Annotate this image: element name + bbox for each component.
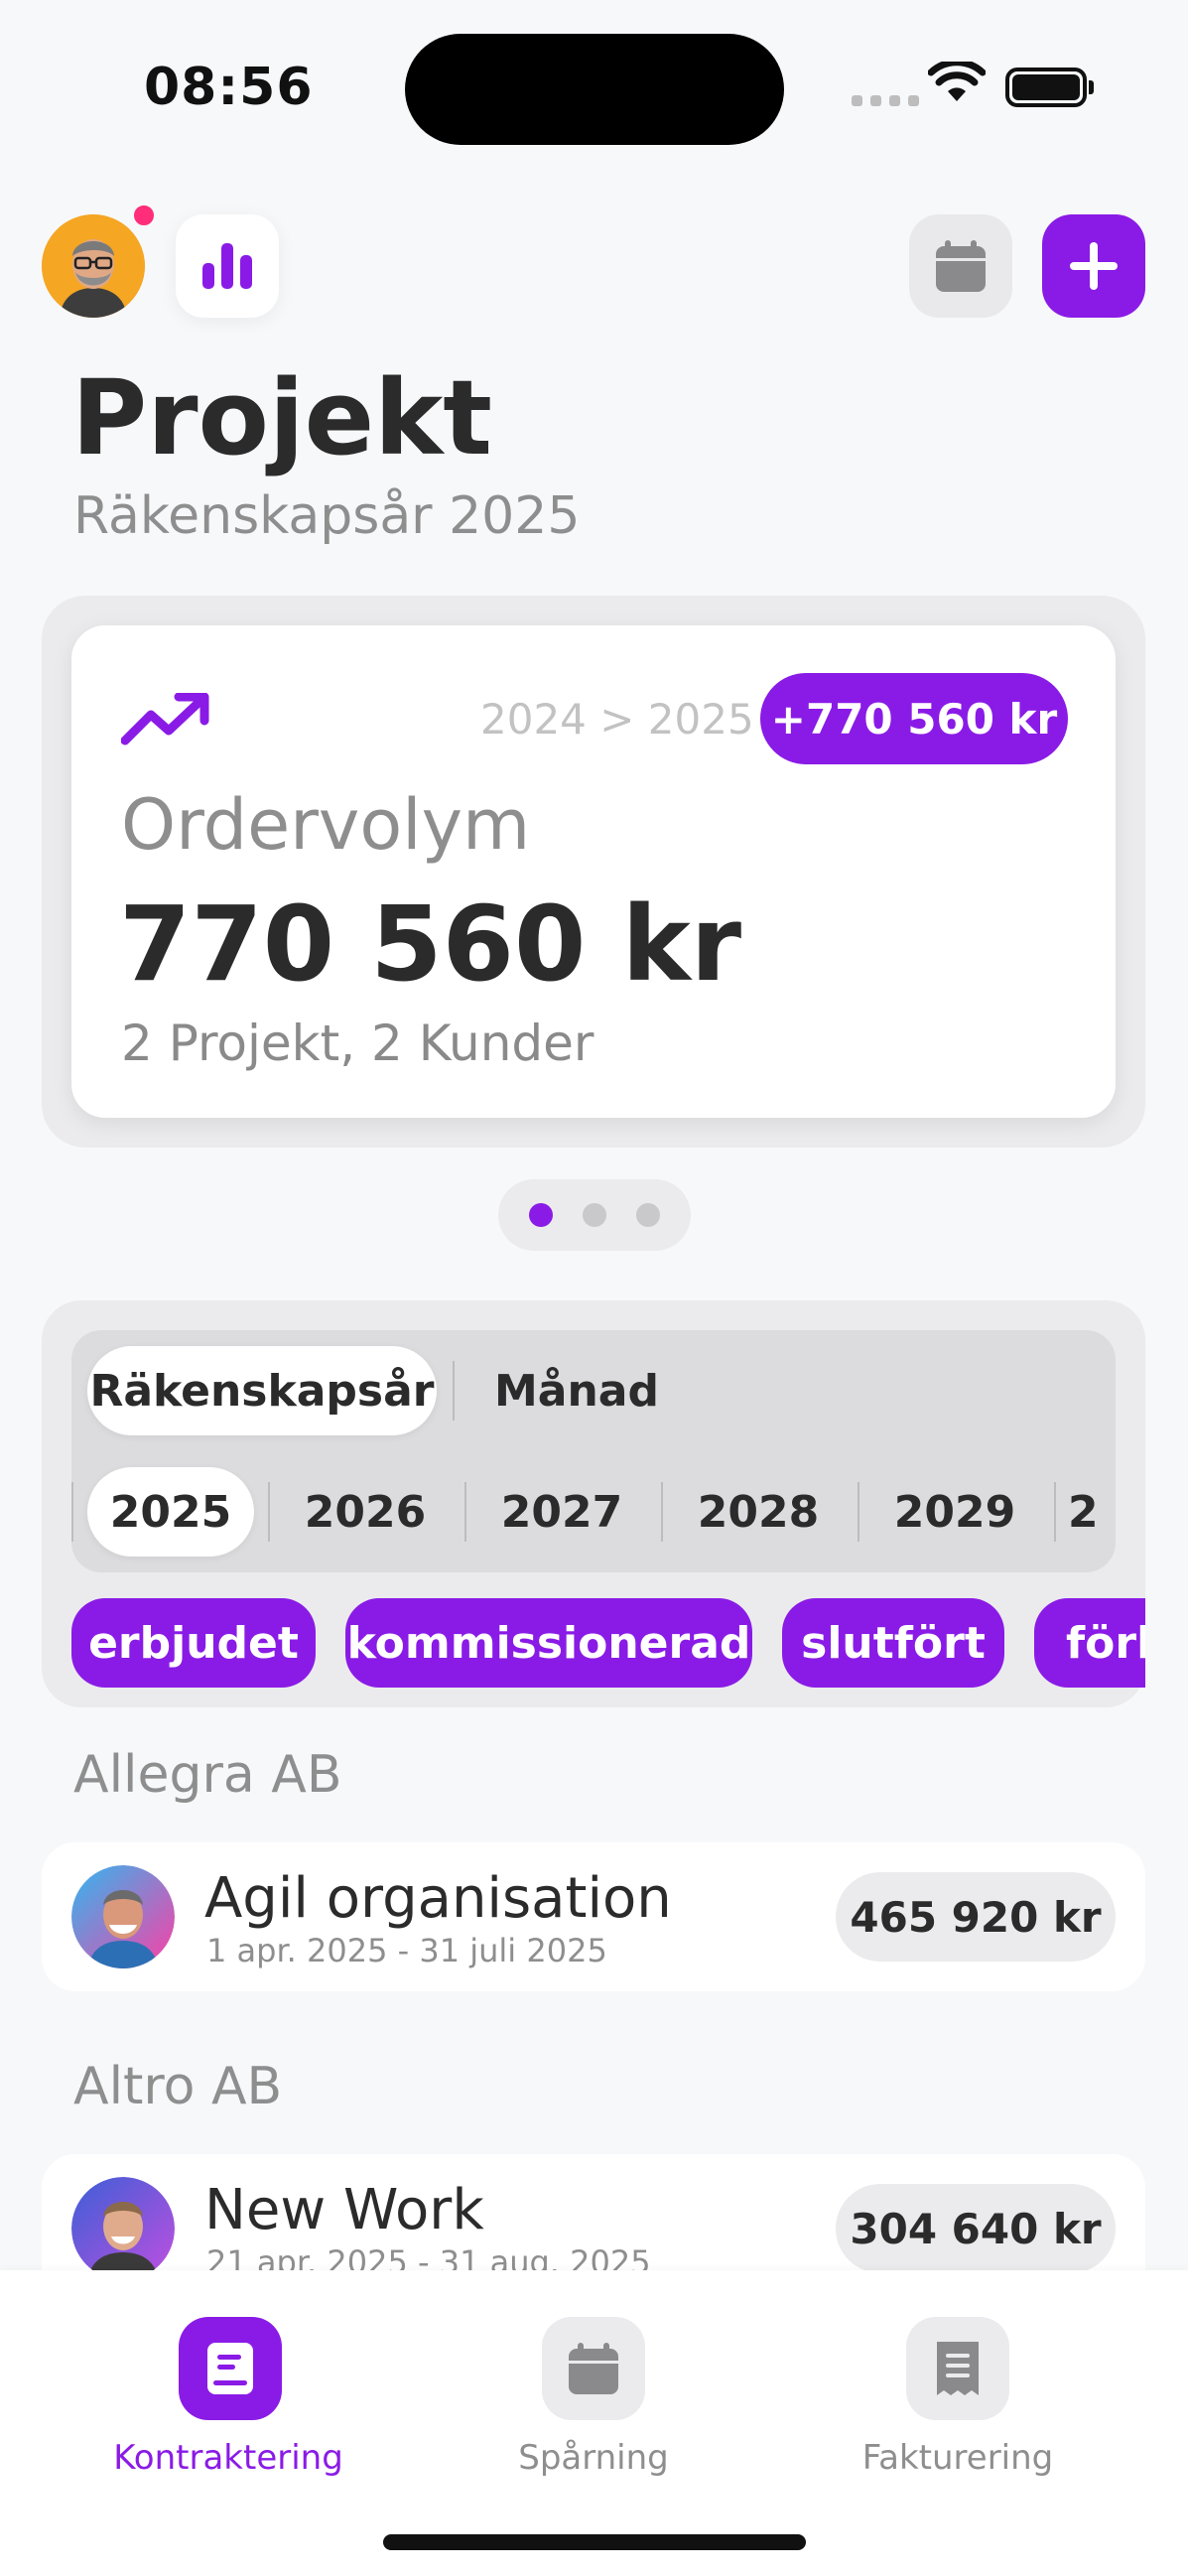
segment-divider [71, 1482, 73, 1542]
status-filter-chips: erbjudet kommissionerad slutfört förl [42, 1596, 1145, 1690]
page-subtitle: Räkenskapsår 2025 [73, 486, 581, 546]
tab-invoicing[interactable] [906, 2317, 1009, 2420]
project-title: New Work [204, 2178, 484, 2242]
card-label: Ordervolym [121, 784, 531, 866]
contract-icon [207, 2343, 253, 2394]
tab-fiscal-year[interactable]: Räkenskapsår [87, 1346, 437, 1435]
receipt-icon [937, 2342, 979, 2395]
home-indicator[interactable] [383, 2534, 806, 2550]
dynamic-island [405, 34, 784, 145]
calendar-icon [936, 240, 986, 292]
battery-icon [1005, 68, 1087, 107]
tab-month[interactable]: Månad [466, 1346, 687, 1435]
bar-chart-icon [202, 243, 252, 289]
project-dates: 1 apr. 2025 - 31 juli 2025 [206, 1932, 607, 1969]
page-dot[interactable] [529, 1203, 553, 1227]
year-option[interactable]: 2029 [871, 1467, 1038, 1557]
year-option[interactable]: 2027 [478, 1467, 645, 1557]
period-comparison: 2024 > 2025 [480, 695, 754, 744]
group-header: Allegra AB [73, 1745, 342, 1805]
chip-commissioned[interactable]: kommissionerad [345, 1598, 752, 1688]
segment-divider [1054, 1482, 1056, 1542]
tab-contracting[interactable] [179, 2317, 282, 2420]
segment-divider [858, 1482, 859, 1542]
carousel-page-indicator[interactable] [498, 1179, 691, 1251]
year-option[interactable]: 2026 [282, 1467, 449, 1557]
plus-icon [1070, 242, 1118, 290]
calendar-icon [569, 2343, 618, 2394]
segment-divider [661, 1482, 663, 1542]
project-amount: 465 920 kr [836, 1872, 1116, 1962]
group-header: Altro AB [73, 2057, 283, 2116]
cellular-signal-icon [852, 95, 919, 106]
segment-divider [268, 1482, 270, 1542]
year-option[interactable]: 2025 [87, 1467, 254, 1557]
user-avatar[interactable] [42, 214, 145, 318]
segment-divider [464, 1482, 466, 1542]
status-time: 08:56 [144, 58, 314, 117]
chip-offered[interactable]: erbjudet [71, 1598, 316, 1688]
year-option[interactable]: 2 [1068, 1467, 1116, 1557]
segment-divider [453, 1361, 455, 1421]
tab-tracking[interactable] [542, 2317, 645, 2420]
card-value: 770 560 kr [119, 883, 742, 1005]
page-dot[interactable] [583, 1203, 606, 1227]
tab-label[interactable]: Kontraktering [79, 2438, 377, 2478]
tab-label[interactable]: Fakturering [809, 2438, 1107, 2478]
year-option[interactable]: 2028 [675, 1467, 842, 1557]
project-amount: 304 640 kr [836, 2184, 1116, 2273]
avatar [71, 1865, 175, 1968]
delta-badge: +770 560 kr [760, 673, 1068, 764]
period-selector: Räkenskapsår Månad 2025 2026 2027 2028 2… [71, 1330, 1116, 1572]
page-dot[interactable] [636, 1203, 660, 1227]
project-title: Agil organisation [204, 1866, 672, 1931]
statistics-button[interactable] [176, 214, 279, 318]
tab-label[interactable]: Spårning [445, 2438, 742, 2478]
battery-tip [1089, 80, 1094, 94]
trend-up-icon [121, 693, 209, 746]
wifi-icon [928, 62, 986, 101]
page-title: Projekt [71, 357, 493, 478]
chip-lost[interactable]: förl [1034, 1598, 1145, 1688]
calendar-button[interactable] [909, 214, 1012, 318]
notification-dot [131, 203, 157, 228]
add-project-button[interactable] [1042, 214, 1145, 318]
avatar [71, 2177, 175, 2280]
card-meta: 2 Projekt, 2 Kunder [121, 1015, 594, 1072]
chip-completed[interactable]: slutfört [782, 1598, 1004, 1688]
